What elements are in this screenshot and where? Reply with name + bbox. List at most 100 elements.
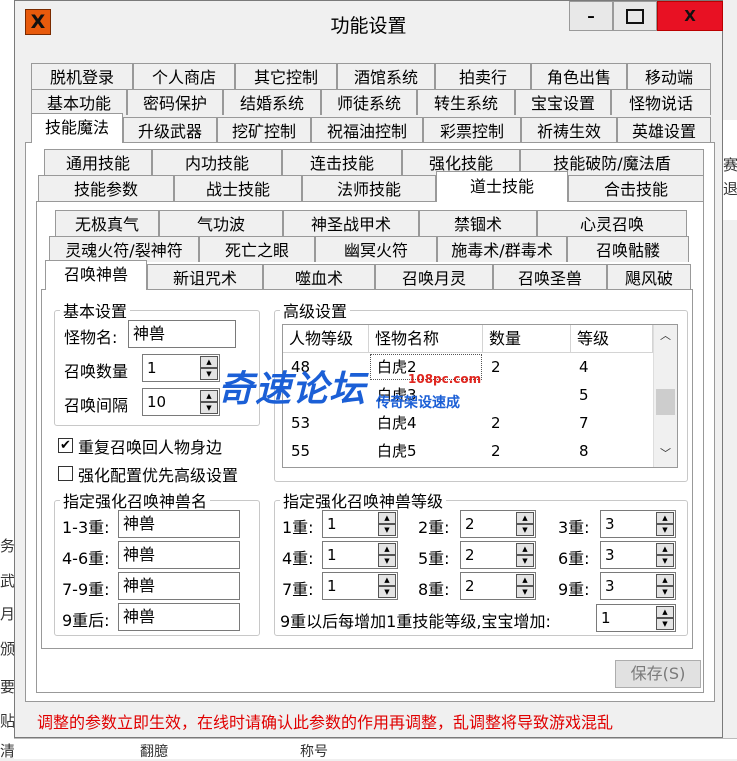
spin-down-icon[interactable]: ▼ xyxy=(378,524,396,536)
extra-level-stepper[interactable]: 1 ▲ ▼ xyxy=(596,604,676,632)
spin-up-icon[interactable]: ▲ xyxy=(200,356,218,368)
repeat-summon-checkbox[interactable]: ✔ xyxy=(58,438,73,453)
tab-taoist-skill[interactable]: 道士技能 xyxy=(436,171,568,202)
scrollbar-thumb[interactable] xyxy=(656,389,675,415)
tab-summon-moon-spirit[interactable]: 召唤月灵 xyxy=(375,264,493,290)
level-stepper[interactable]: 1 ▲ ▼ xyxy=(322,541,398,569)
tab-soul-fire[interactable]: 灵魂火符/裂神符 xyxy=(49,236,199,262)
enhanced-name-input[interactable]: 神兽 xyxy=(118,541,240,569)
tab-skill-params[interactable]: 技能参数 xyxy=(38,175,174,201)
close-button[interactable]: X xyxy=(657,1,723,31)
tab-auction[interactable]: 拍卖行 xyxy=(435,63,531,89)
spin-up-icon[interactable]: ▲ xyxy=(516,543,534,555)
prefer-advanced-checkbox[interactable] xyxy=(58,466,73,481)
spin-down-icon[interactable]: ▼ xyxy=(516,586,534,598)
tab-mage-skill[interactable]: 法师技能 xyxy=(302,175,436,201)
scroll-down-icon[interactable]: ﹀ xyxy=(654,443,677,465)
spin-down-icon[interactable]: ▼ xyxy=(656,586,674,598)
spin-up-icon[interactable]: ▲ xyxy=(378,574,396,586)
tab-mentor[interactable]: 师徒系统 xyxy=(321,89,417,115)
enhanced-name-input[interactable]: 神兽 xyxy=(118,603,240,631)
enhanced-name-input[interactable]: 神兽 xyxy=(118,510,240,538)
spin-down-icon[interactable]: ▼ xyxy=(516,524,534,536)
tab-other-control[interactable]: 其它控制 xyxy=(235,63,337,89)
level-stepper[interactable]: 1 ▲ ▼ xyxy=(322,510,398,538)
tab-nether-fire[interactable]: 幽冥火符 xyxy=(315,236,437,262)
spin-down-icon[interactable]: ▼ xyxy=(656,618,674,630)
table-scrollbar[interactable]: ︿ ﹀ xyxy=(653,325,677,467)
tab-hero-settings[interactable]: 英雄设置 xyxy=(617,117,711,143)
tab-summon-beast[interactable]: 召唤神兽 xyxy=(45,260,147,290)
tab-combo-skill[interactable]: 连击技能 xyxy=(282,149,402,175)
spin-up-icon[interactable]: ▲ xyxy=(200,390,218,402)
spin-down-icon[interactable]: ▼ xyxy=(516,555,534,567)
tab-summon-skeleton[interactable]: 召唤骷髅 xyxy=(567,236,689,262)
tab-hurricane[interactable]: 飓风破 xyxy=(607,264,691,290)
spin-up-icon[interactable]: ▲ xyxy=(516,574,534,586)
tab-qigong-wave[interactable]: 气功波 xyxy=(159,210,283,236)
enhanced-name-input[interactable]: 神兽 xyxy=(118,572,240,600)
tab-mobile[interactable]: 移动端 xyxy=(627,63,711,89)
level-stepper[interactable]: 2 ▲ ▼ xyxy=(460,541,536,569)
level-stepper[interactable]: 2 ▲ ▼ xyxy=(460,572,536,600)
level-stepper[interactable]: 3 ▲ ▼ xyxy=(600,541,676,569)
tab-upgrade-weapon[interactable]: 升级武器 xyxy=(123,117,217,143)
tab-skill-magic[interactable]: 技能魔法 xyxy=(31,113,123,143)
tab-offline-login[interactable]: 脱机登录 xyxy=(31,63,133,89)
tab-common-skill[interactable]: 通用技能 xyxy=(44,149,152,175)
tab-poison[interactable]: 施毒术/群毒术 xyxy=(437,236,567,262)
tab-warrior-skill[interactable]: 战士技能 xyxy=(174,175,302,201)
spin-down-icon[interactable]: ▼ xyxy=(378,555,396,567)
spin-down-icon[interactable]: ▼ xyxy=(378,586,396,598)
tab-password-protect[interactable]: 密码保护 xyxy=(127,89,223,115)
tab-pet-settings[interactable]: 宝宝设置 xyxy=(515,89,611,115)
tab-marriage[interactable]: 结婚系统 xyxy=(223,89,321,115)
spin-up-icon[interactable]: ▲ xyxy=(378,512,396,524)
tab-role-sale[interactable]: 角色出售 xyxy=(531,63,627,89)
spin-down-icon[interactable]: ▼ xyxy=(656,555,674,567)
tab-bloodsuck[interactable]: 噬血术 xyxy=(263,264,375,290)
column-header[interactable]: 数量 xyxy=(483,325,571,353)
tab-wuji-zhenqi[interactable]: 无极真气 xyxy=(55,210,159,236)
tab-holy-armor[interactable]: 神圣战甲术 xyxy=(283,210,419,236)
tab-bless-oil[interactable]: 祝福油控制 xyxy=(311,117,423,143)
column-header[interactable]: 怪物名称 xyxy=(369,325,483,353)
tab-new-curse[interactable]: 新诅咒术 xyxy=(147,264,263,290)
tab-combined-skill[interactable]: 合击技能 xyxy=(568,175,704,201)
maximize-button[interactable] xyxy=(613,1,657,31)
tab-soul-summon[interactable]: 心灵召唤 xyxy=(537,210,687,236)
level-stepper[interactable]: 3 ▲ ▼ xyxy=(600,572,676,600)
summon-count-stepper[interactable]: 1 ▲ ▼ xyxy=(142,354,220,382)
tab-monster-talk[interactable]: 怪物说话 xyxy=(611,89,711,115)
tab-personal-shop[interactable]: 个人商店 xyxy=(133,63,235,89)
tab-prayer[interactable]: 祈祷生效 xyxy=(521,117,617,143)
column-header[interactable]: 等级 xyxy=(571,325,653,353)
level-stepper[interactable]: 3 ▲ ▼ xyxy=(600,510,676,538)
spin-down-icon[interactable]: ▼ xyxy=(656,524,674,536)
tab-lottery[interactable]: 彩票控制 xyxy=(423,117,521,143)
tab-imprison[interactable]: 禁锢术 xyxy=(419,210,537,236)
column-header[interactable]: 人物等级 xyxy=(283,325,369,353)
tab-summon-holy-beast[interactable]: 召唤圣兽 xyxy=(493,264,607,290)
tab-mining-control[interactable]: 挖矿控制 xyxy=(217,117,311,143)
save-button[interactable]: 保存(S) xyxy=(615,660,701,688)
tab-tavern-system[interactable]: 酒馆系统 xyxy=(337,63,435,89)
spin-up-icon[interactable]: ▲ xyxy=(656,574,674,586)
spin-up-icon[interactable]: ▲ xyxy=(656,606,674,618)
tab-rebirth[interactable]: 转生系统 xyxy=(417,89,515,115)
tab-death-eye[interactable]: 死亡之眼 xyxy=(199,236,315,262)
spin-up-icon[interactable]: ▲ xyxy=(516,512,534,524)
tab-basic-function[interactable]: 基本功能 xyxy=(31,89,127,115)
spin-down-icon[interactable]: ▼ xyxy=(200,368,218,380)
spin-up-icon[interactable]: ▲ xyxy=(656,543,674,555)
summon-interval-stepper[interactable]: 10 ▲ ▼ xyxy=(142,388,220,416)
scroll-up-icon[interactable]: ︿ xyxy=(654,325,677,347)
monster-name-input[interactable]: 神兽 xyxy=(128,320,236,348)
tab-inner-skill[interactable]: 内功技能 xyxy=(152,149,282,175)
spin-up-icon[interactable]: ▲ xyxy=(656,512,674,524)
level-stepper[interactable]: 2 ▲ ▼ xyxy=(460,510,536,538)
level-stepper[interactable]: 1 ▲ ▼ xyxy=(322,572,398,600)
spin-down-icon[interactable]: ▼ xyxy=(200,402,218,414)
spin-up-icon[interactable]: ▲ xyxy=(378,543,396,555)
minimize-button[interactable]: – xyxy=(569,1,613,31)
